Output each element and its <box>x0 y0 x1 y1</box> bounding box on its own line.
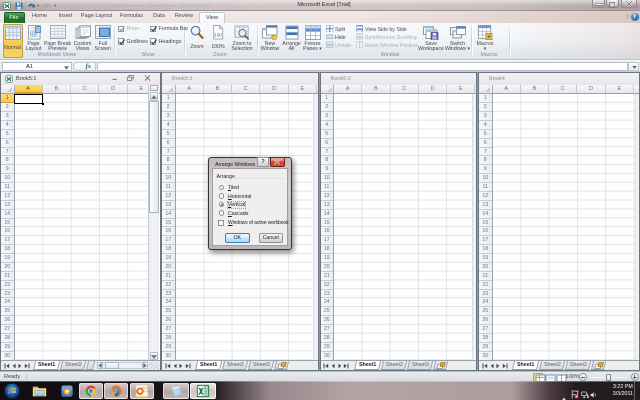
svg-text:100: 100 <box>214 33 222 38</box>
